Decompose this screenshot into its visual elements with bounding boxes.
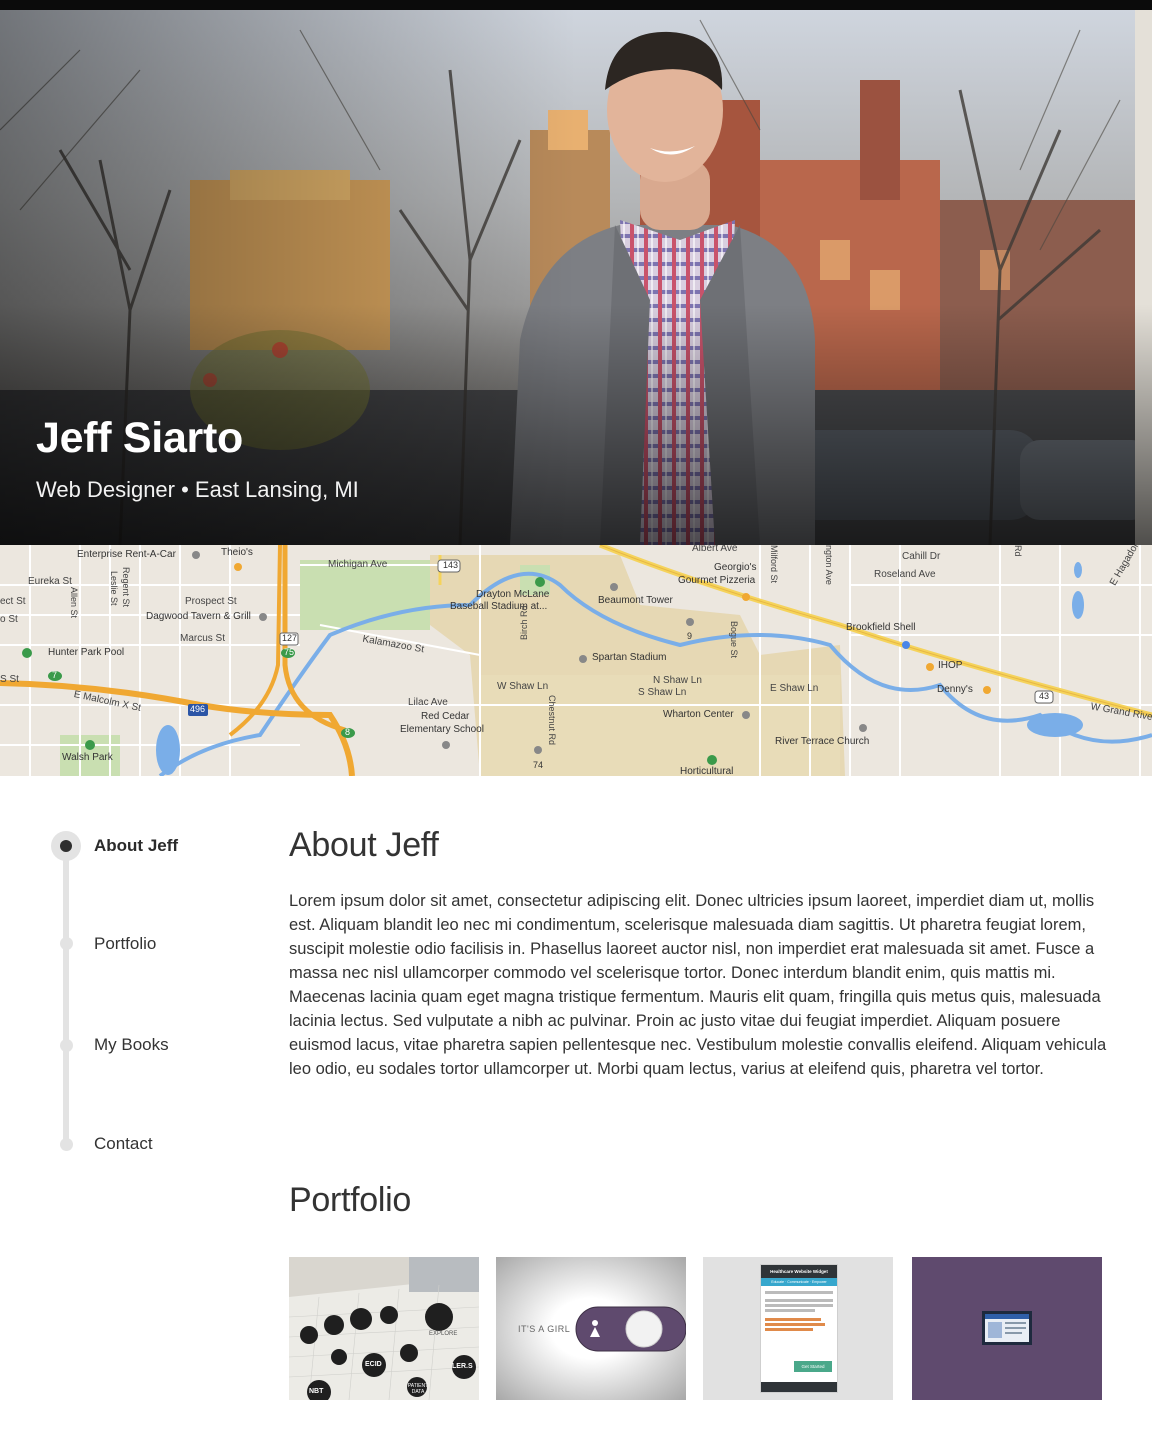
- widget-tab: Educate · Communicate · Empower: [761, 1278, 837, 1286]
- map-label-s-shaw: S Shaw Ln: [638, 687, 687, 698]
- map-label-roseland-ave: Roseland Ave: [874, 569, 936, 580]
- map-label-route-7: 7: [52, 670, 58, 680]
- portfolio-title: Portfolio: [289, 1181, 412, 1219]
- nav-item-about[interactable]: About Jeff: [94, 836, 178, 856]
- portfolio-thumb-sketches[interactable]: EXPLORE ECID LER.S NBT PATIENT DATA: [289, 1257, 479, 1400]
- map-label-dagwood: Dagwood Tavern & Grill: [146, 611, 251, 622]
- top-bar: [0, 0, 1152, 10]
- map-label-n-shaw: N Shaw Ln: [653, 675, 702, 686]
- map-label-route-9: 9: [687, 631, 693, 641]
- map-label-prospect-st: Prospect St: [185, 596, 237, 607]
- widget-card: Healthcare Website Widget Educate · Comm…: [760, 1264, 838, 1393]
- map-label-s-st: S St: [0, 674, 19, 685]
- map-label-allen-st: Allen St: [69, 587, 79, 619]
- sketch-image: [289, 1257, 479, 1400]
- map-label-drayton: Drayton McLane: [476, 589, 550, 600]
- map-label-dennys: Denny's: [937, 684, 973, 695]
- map-label-chestnut: Chestnut Rd: [547, 695, 557, 746]
- map-label-gourmet-pizzeria: Gourmet Pizzeria: [678, 575, 756, 586]
- nav-dot-active[interactable]: [51, 831, 81, 861]
- nav-dot-my-books[interactable]: [60, 1039, 73, 1052]
- map-label-route-143: 143: [443, 560, 459, 570]
- about-title: About Jeff: [289, 826, 439, 864]
- map-label-albert-ave: Albert Ave: [692, 545, 738, 554]
- map-label-regent-st: Regent St: [121, 567, 131, 608]
- hero-photo: [0, 10, 1152, 545]
- map-label-wharton: Wharton Center: [663, 709, 734, 720]
- map-label-georgios: Georgio's: [714, 562, 757, 573]
- map-label-ihop: IHOP: [938, 660, 963, 671]
- map-label-theios: Theio's: [221, 547, 253, 558]
- hero-banner: Jeff Siarto Web Designer • East Lansing,…: [0, 10, 1152, 545]
- location-map[interactable]: Enterprise Rent-A-Car Theio's Michigan A…: [0, 545, 1152, 776]
- map-label-e-shaw: E Shaw Ln: [770, 683, 819, 694]
- map-label-bogue: Bogue St: [729, 621, 739, 659]
- map-label-walsh-park: Walsh Park: [62, 752, 113, 763]
- map-label-milford: Milford St: [769, 545, 779, 584]
- nav-item-my-books[interactable]: My Books: [94, 1035, 169, 1055]
- map-label-elementary: Elementary School: [400, 724, 484, 735]
- map-label-route-75: 75: [284, 647, 295, 657]
- map-label-route-127: 127: [282, 633, 298, 643]
- map-label-huntington: ngton Ave: [824, 545, 834, 585]
- nav-dot-portfolio[interactable]: [60, 937, 73, 950]
- portfolio-thumb-screen[interactable]: [912, 1257, 1102, 1400]
- nav-item-portfolio[interactable]: Portfolio: [94, 934, 156, 954]
- map-label-hunter-park: Hunter Park Pool: [48, 647, 125, 658]
- timeline-line: [63, 846, 69, 1146]
- sketch-label-lers: LER.S: [452, 1363, 473, 1370]
- toggle-caption: IT'S A GIRL: [518, 1324, 571, 1334]
- map-label-enterprise: Enterprise Rent-A-Car: [77, 549, 176, 560]
- map-label-beaumont: Beaumont Tower: [598, 595, 673, 606]
- map-label-river-terrace: River Terrace Church: [775, 736, 870, 747]
- map-label-baseball: Baseball Stadium at...: [450, 601, 548, 612]
- map-label-cahill-dr: Cahill Dr: [902, 551, 941, 562]
- nav-item-contact[interactable]: Contact: [94, 1134, 153, 1154]
- map-label-route-43: 43: [1039, 691, 1050, 701]
- map-label-michigan-ave: Michigan Ave: [328, 559, 388, 570]
- widget-cta: Get Started: [794, 1361, 832, 1372]
- hero-name: Jeff Siarto: [36, 414, 243, 462]
- map-label-w-shaw: W Shaw Ln: [497, 681, 549, 692]
- map-label-birch-rd: Birch Rd: [519, 605, 529, 640]
- map-label-route-496: 496: [190, 704, 206, 714]
- about-body: Lorem ipsum dolor sit amet, consectetur …: [289, 892, 1107, 1078]
- map-label-red-cedar: Red Cedar: [421, 711, 470, 722]
- widget-title: Healthcare Website Widget: [761, 1265, 837, 1278]
- map-label-rd: Rd: [1013, 545, 1023, 557]
- map-label-lilac: Lilac Ave: [408, 697, 448, 708]
- map-label-leslie-st: Leslie St: [109, 571, 119, 606]
- sketch-label-patient-data: PATIENT DATA: [407, 1383, 429, 1395]
- map-label-route-74: 74: [533, 760, 544, 770]
- hero-subtitle: Web Designer • East Lansing, MI: [36, 477, 359, 502]
- sketch-label-ecid: ECID: [365, 1361, 382, 1368]
- map-label-spartan: Spartan Stadium: [592, 652, 667, 663]
- screen-image: [912, 1257, 1102, 1400]
- map-label-brookfield: Brookfield Shell: [846, 622, 916, 633]
- map-label-ect-st: ect St: [0, 596, 26, 607]
- nav-dot-contact[interactable]: [60, 1138, 73, 1151]
- sketch-label-explore: EXPLORE: [429, 1331, 458, 1337]
- map-label-marcus-st: Marcus St: [180, 633, 226, 644]
- map-label-eureka-st: Eureka St: [28, 576, 72, 587]
- map-label-o-st: o St: [0, 614, 18, 625]
- portfolio-thumb-widget[interactable]: Healthcare Website Widget Educate · Comm…: [703, 1257, 893, 1400]
- sketch-label-nbt: NBT: [309, 1388, 324, 1395]
- map-label-route-8: 8: [345, 727, 351, 737]
- map-label-horticultural: Horticultural: [680, 766, 734, 776]
- map-canvas: [0, 545, 1152, 776]
- portfolio-thumb-toggle[interactable]: IT'S A GIRL: [496, 1257, 686, 1400]
